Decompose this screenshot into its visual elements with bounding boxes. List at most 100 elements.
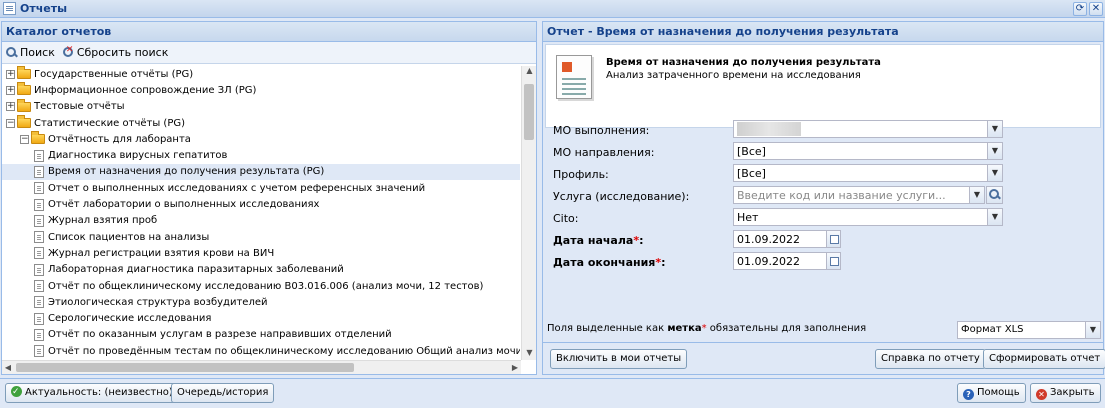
- catalog-tree: + Государственные отчёты (PG) + Информацион…: [2, 66, 520, 360]
- cito-value: Нет: [737, 210, 759, 224]
- service-search-button[interactable]: [986, 186, 1003, 204]
- collapse-icon[interactable]: −: [20, 134, 29, 144]
- tree-report-node[interactable]: Отчёт лаборатории о выполненных исследов…: [2, 196, 520, 212]
- date-end-label: Дата окончания*:: [553, 256, 666, 269]
- tree-node-label: Отчётность для лаборанта: [48, 133, 191, 145]
- tree-report-node[interactable]: Отчёт по оказанным услугам в разрезе нап…: [2, 327, 520, 343]
- date-start-field[interactable]: 01.09.2022: [733, 230, 841, 248]
- tree-report-node[interactable]: Отчёт по проведённым тестам по общеклини…: [2, 343, 520, 359]
- tree-vertical-scrollbar[interactable]: ▲ ▼: [521, 66, 536, 360]
- service-input[interactable]: Введите код или название услуги... ▼: [733, 186, 985, 204]
- search-button[interactable]: Поиск: [6, 46, 55, 59]
- tree-report-node[interactable]: Отчет о выполненных исследованиях с учет…: [2, 180, 520, 196]
- report-doc-icon: [34, 231, 44, 244]
- window-close-icon[interactable]: ✕: [1089, 2, 1103, 16]
- folder-icon: [17, 82, 31, 96]
- tree-report-node[interactable]: Журнал регистрации взятия крови на ВИЧ: [2, 245, 520, 261]
- queue-history-button[interactable]: Очередь/история: [171, 383, 275, 403]
- report-doc-icon: [34, 263, 44, 276]
- report-doc-icon: [34, 182, 44, 195]
- reset-search-label: Сбросить поиск: [76, 46, 169, 59]
- tree-horizontal-scrollbar[interactable]: ◀ ▶: [2, 360, 521, 374]
- folder-icon: [17, 98, 31, 112]
- actuality-button[interactable]: Актуальность: (неизвестно): [5, 383, 179, 403]
- report-doc-icon: [34, 149, 44, 162]
- tree-node-label: Отчёт по оказанным услугам в разрезе нап…: [48, 329, 392, 341]
- tree-folder-node[interactable]: − Статистические отчёты (PG): [2, 115, 520, 131]
- close-icon: ✕: [1036, 389, 1047, 400]
- tree-node-label: Серологические исследования: [48, 313, 212, 325]
- folder-icon: [17, 66, 31, 80]
- chevron-down-icon[interactable]: ▼: [987, 165, 1002, 181]
- catalog-panel: Каталог отчетов Поиск Сбросить поиск + Го…: [1, 21, 537, 375]
- tree-folder-node[interactable]: − Отчётность для лаборанта: [2, 131, 520, 147]
- chevron-down-icon[interactable]: ▼: [987, 121, 1002, 137]
- cito-combo[interactable]: Нет ▼: [733, 208, 1003, 226]
- generate-report-button[interactable]: Сформировать отчет: [983, 349, 1105, 369]
- format-select[interactable]: Формат XLS ▼: [957, 321, 1101, 339]
- tree-node-label: Этиологическая структура возбудителей: [48, 296, 268, 308]
- catalog-panel-title: Каталог отчетов: [2, 22, 536, 42]
- report-document-icon: [556, 55, 592, 99]
- expand-icon[interactable]: +: [6, 85, 15, 95]
- tree-folder-node[interactable]: + Тестовые отчёты: [2, 98, 520, 115]
- tree-node-label: Диагностика вирусных гепатитов: [48, 150, 228, 162]
- required-mark: *: [655, 256, 662, 269]
- footer-toolbar: Актуальность: (неизвестно) Очередь/истор…: [0, 378, 1105, 408]
- scroll-left-arrow-icon[interactable]: ◀: [2, 361, 14, 374]
- scroll-up-arrow-icon[interactable]: ▲: [522, 66, 537, 78]
- report-doc-icon: [34, 280, 44, 292]
- expand-icon[interactable]: +: [6, 69, 15, 79]
- mo-dir-combo[interactable]: [Все] ▼: [733, 142, 1003, 160]
- tree-report-node[interactable]: Отчёт по общеклиническому исследованию В…: [2, 278, 520, 294]
- report-doc-icon: [34, 345, 44, 358]
- tree-report-node[interactable]: Журнал взятия проб: [2, 213, 520, 229]
- scroll-right-arrow-icon[interactable]: ▶: [509, 361, 521, 374]
- tree-report-node[interactable]: Список пациентов на анализы: [2, 229, 520, 245]
- tree-node-label: Информационное сопровождение ЗЛ (PG): [34, 84, 257, 96]
- help-icon: ?: [963, 389, 974, 400]
- add-to-my-reports-button[interactable]: Включить в мои отчеты: [550, 349, 688, 369]
- tree-report-node[interactable]: Серологические исследования: [2, 310, 520, 326]
- report-title: Время от назначения до получения результ…: [606, 57, 881, 68]
- profile-combo[interactable]: [Все] ▼: [733, 164, 1003, 182]
- tree-report-node[interactable]: Этиологическая структура возбудителей: [2, 294, 520, 310]
- mo-exec-combo[interactable]: ▼: [733, 120, 1003, 138]
- tree-node-label: Отчёт по проведённым тестам по общеклини…: [48, 345, 520, 357]
- divider: [543, 342, 1103, 343]
- required-mark: *: [633, 234, 640, 247]
- scroll-down-arrow-icon[interactable]: ▼: [522, 348, 537, 360]
- tree-node-label: Тестовые отчёты: [34, 101, 125, 113]
- report-help-button[interactable]: Справка по отчету: [875, 349, 986, 369]
- horizontal-scroll-thumb[interactable]: [16, 363, 354, 372]
- vertical-scroll-thumb[interactable]: [524, 84, 534, 140]
- calendar-icon[interactable]: [826, 253, 840, 269]
- collapse-icon[interactable]: −: [6, 118, 15, 128]
- date-start-value: 01.09.2022: [737, 232, 800, 246]
- tree-node-label: Время от назначения до получения результ…: [48, 166, 325, 178]
- report-doc-icon: [34, 312, 44, 325]
- expand-icon[interactable]: +: [6, 102, 15, 112]
- cito-label: Cito:: [553, 212, 579, 225]
- tree-report-node[interactable]: Время от назначения до получения результ…: [2, 163, 520, 181]
- close-button[interactable]: ✕ Закрыть: [1030, 383, 1101, 403]
- report-panel-title: Отчет - Время от назначения до получения…: [543, 22, 1103, 42]
- chevron-down-icon[interactable]: ▼: [1085, 322, 1100, 338]
- refresh-icon[interactable]: ⟳: [1073, 2, 1087, 16]
- mo-dir-label: МО направления:: [553, 146, 655, 159]
- date-end-value: 01.09.2022: [737, 254, 800, 268]
- reset-search-button[interactable]: Сбросить поиск: [62, 45, 169, 59]
- chevron-down-icon[interactable]: ▼: [987, 209, 1002, 225]
- chevron-down-icon[interactable]: ▼: [969, 187, 984, 203]
- calendar-icon[interactable]: [826, 231, 840, 247]
- tree-report-node[interactable]: Лабораторная диагностика паразитарных за…: [2, 262, 520, 278]
- help-button[interactable]: ? Помощь: [957, 383, 1026, 403]
- tree-folder-node[interactable]: + Государственные отчёты (PG): [2, 66, 520, 82]
- format-value: Формат XLS: [961, 324, 1024, 335]
- tree-node-label: Отчёт лаборатории о выполненных исследов…: [48, 199, 320, 211]
- tree-folder-node[interactable]: + Информационное сопровождение ЗЛ (PG): [2, 82, 520, 98]
- tree-report-node[interactable]: Диагностика вирусных гепатитов: [2, 147, 520, 163]
- date-end-field[interactable]: 01.09.2022: [733, 252, 841, 270]
- status-ok-icon: [11, 383, 22, 401]
- chevron-down-icon[interactable]: ▼: [987, 143, 1002, 159]
